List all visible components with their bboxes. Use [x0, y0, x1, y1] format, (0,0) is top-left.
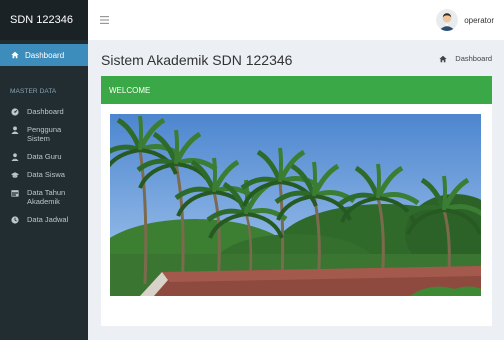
clock-icon — [11, 216, 19, 224]
sidebar-item-label: Data Siswa — [27, 170, 65, 179]
sidebar-item-label: Dashboard — [25, 50, 65, 60]
dashboard-icon — [11, 108, 19, 116]
topbar: operator — [88, 0, 504, 40]
sidebar-section-header: MASTER DATA — [10, 88, 57, 95]
welcome-box: WELCOME — [101, 76, 492, 326]
username: operator — [464, 15, 494, 25]
sidebar-item-pengguna-sistem[interactable]: Pengguna Sistem — [0, 119, 88, 146]
breadcrumb: Dashboard — [439, 54, 492, 63]
sidebar-item-data-jadwal[interactable]: Data Jadwal — [0, 209, 88, 227]
user-menu[interactable]: operator — [436, 9, 494, 31]
home-icon — [439, 55, 447, 63]
sidebar-item-data-tahun-akademik[interactable]: Data Tahun Akademik — [0, 182, 88, 209]
calendar-icon — [11, 189, 19, 197]
breadcrumb-item-dashboard[interactable]: Dashboard — [455, 54, 492, 63]
hamburger-icon[interactable] — [100, 13, 109, 25]
sidebar-item-label: Pengguna Sistem — [27, 125, 62, 143]
graduation-cap-icon — [11, 171, 19, 179]
sidebar-item-data-guru[interactable]: Data Guru — [0, 146, 88, 164]
avatar — [436, 9, 459, 31]
sidebar-item-dashboard[interactable]: Dashboard — [0, 101, 88, 119]
brand-title[interactable]: SDN 122346 — [0, 0, 88, 40]
user-icon — [11, 126, 19, 134]
sidebar-item-label: Dashboard — [27, 107, 64, 116]
sidebar-item-dashboard-active[interactable]: Dashboard — [0, 44, 88, 66]
home-icon — [11, 51, 19, 59]
sidebar: SDN 122346 Dashboard MASTER DATA Dashboa… — [0, 0, 88, 340]
hero-image-coconut-trees — [110, 114, 481, 296]
sidebar-menu: Dashboard Pengguna Sistem Data Guru Data… — [0, 101, 88, 227]
teacher-icon — [11, 153, 19, 161]
sidebar-item-label: Data Guru — [27, 152, 62, 161]
welcome-box-header: WELCOME — [101, 76, 492, 104]
sidebar-item-data-siswa[interactable]: Data Siswa — [0, 164, 88, 182]
sidebar-item-label: Data Jadwal — [27, 215, 69, 224]
sidebar-item-label: Data Tahun Akademik — [27, 188, 66, 206]
page-title: Sistem Akademik SDN 122346 — [101, 52, 293, 68]
